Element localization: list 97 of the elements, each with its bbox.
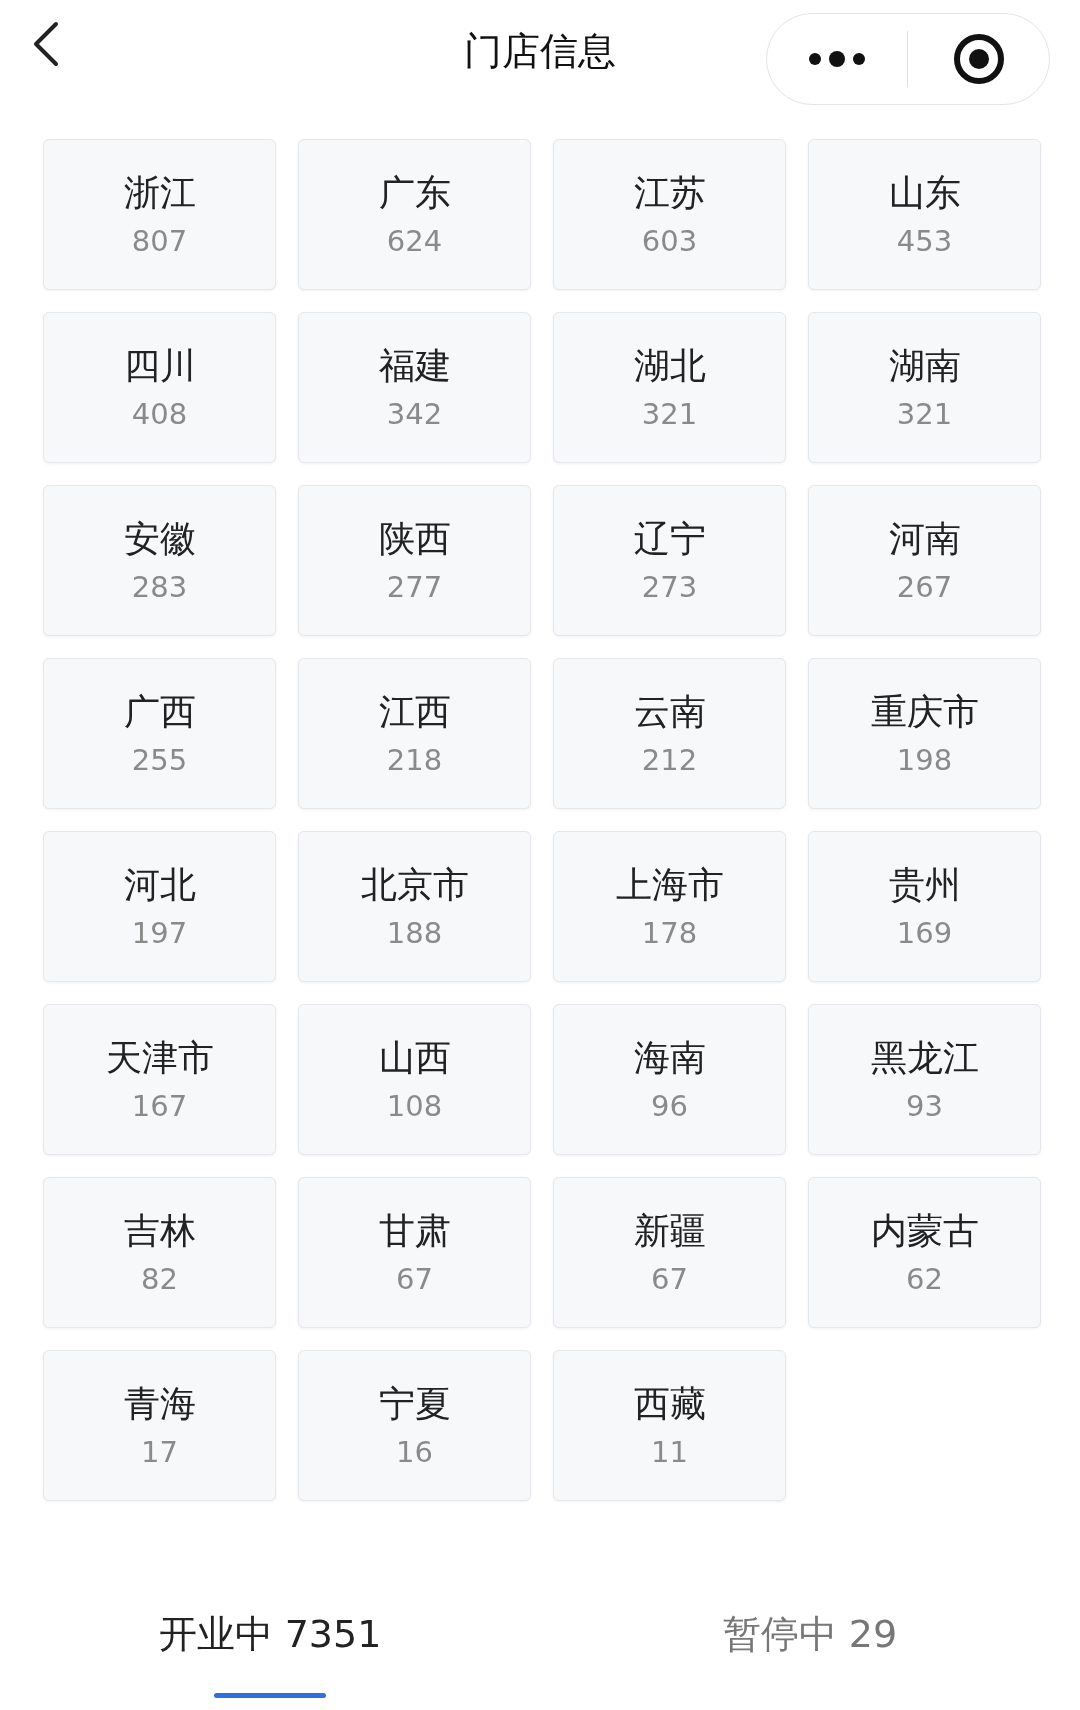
region-card[interactable]: 海南 96 — [553, 1004, 786, 1155]
region-card[interactable]: 河南 267 — [808, 485, 1041, 636]
store-count: 93 — [906, 1087, 943, 1124]
store-count: 96 — [651, 1087, 688, 1124]
store-count: 169 — [896, 914, 953, 951]
region-card[interactable]: 新疆 67 — [553, 1177, 786, 1328]
region-name: 江西 — [378, 689, 451, 734]
store-count: 277 — [386, 568, 443, 605]
region-card[interactable]: 山西 108 — [298, 1004, 531, 1155]
region-name: 天津市 — [105, 1035, 214, 1080]
store-count: 283 — [131, 568, 188, 605]
region-card[interactable]: 甘肃 67 — [298, 1177, 531, 1328]
region-card[interactable]: 浙江 807 — [43, 139, 276, 290]
region-name: 福建 — [378, 343, 451, 388]
region-card[interactable]: 广东 624 — [298, 139, 531, 290]
region-card[interactable]: 重庆市 198 — [808, 658, 1041, 809]
region-card[interactable]: 内蒙古 62 — [808, 1177, 1041, 1328]
status-tab[interactable]: 暂停中 29 — [722, 1585, 898, 1659]
store-count: 167 — [131, 1087, 188, 1124]
store-count: 342 — [386, 395, 443, 432]
more-icon[interactable] — [807, 51, 867, 67]
store-count: 273 — [641, 568, 698, 605]
region-name: 北京市 — [360, 862, 469, 907]
store-count: 218 — [386, 741, 443, 778]
region-name: 河北 — [123, 862, 196, 907]
store-count: 82 — [141, 1260, 178, 1297]
region-card[interactable]: 江苏 603 — [553, 139, 786, 290]
region-name: 甘肃 — [378, 1208, 451, 1253]
region-card[interactable]: 上海市 178 — [553, 831, 786, 982]
region-name: 浙江 — [123, 170, 196, 215]
store-count: 17 — [141, 1433, 178, 1470]
region-card[interactable]: 安徽 283 — [43, 485, 276, 636]
region-card[interactable]: 贵州 169 — [808, 831, 1041, 982]
store-count: 453 — [896, 222, 953, 259]
store-count: 62 — [906, 1260, 943, 1297]
region-card[interactable]: 广西 255 — [43, 658, 276, 809]
region-name: 内蒙古 — [870, 1208, 979, 1253]
store-count: 108 — [386, 1087, 443, 1124]
page-title: 门店信息 — [464, 27, 616, 75]
store-count: 255 — [131, 741, 188, 778]
store-count: 807 — [131, 222, 188, 259]
store-count: 198 — [896, 741, 953, 778]
region-name: 青海 — [123, 1381, 196, 1426]
region-card[interactable]: 青海 17 — [43, 1350, 276, 1501]
store-count: 11 — [651, 1433, 688, 1470]
store-count: 197 — [131, 914, 188, 951]
region-card[interactable]: 湖南 321 — [808, 312, 1041, 463]
region-name: 安徽 — [123, 516, 196, 561]
region-card[interactable]: 黑龙江 93 — [808, 1004, 1041, 1155]
store-count: 178 — [641, 914, 698, 951]
store-count: 603 — [641, 222, 698, 259]
region-card[interactable]: 山东 453 — [808, 139, 1041, 290]
store-count: 267 — [896, 568, 953, 605]
region-card[interactable]: 北京市 188 — [298, 831, 531, 982]
region-name: 四川 — [123, 343, 196, 388]
region-card[interactable]: 江西 218 — [298, 658, 531, 809]
region-name: 广西 — [123, 689, 196, 734]
region-name: 湖南 — [888, 343, 961, 388]
store-count: 624 — [386, 222, 443, 259]
store-count: 321 — [641, 395, 698, 432]
region-name: 山东 — [888, 170, 961, 215]
region-card[interactable]: 陕西 277 — [298, 485, 531, 636]
region-card[interactable]: 天津市 167 — [43, 1004, 276, 1155]
region-name: 吉林 — [123, 1208, 196, 1253]
region-name: 河南 — [888, 516, 961, 561]
region-card[interactable]: 河北 197 — [43, 831, 276, 982]
region-name: 辽宁 — [633, 516, 706, 561]
region-name: 江苏 — [633, 170, 706, 215]
status-tab[interactable]: 开业中 7351 — [158, 1585, 382, 1659]
region-name: 新疆 — [633, 1208, 706, 1253]
region-card[interactable]: 吉林 82 — [43, 1177, 276, 1328]
store-count: 321 — [896, 395, 953, 432]
region-card[interactable]: 四川 408 — [43, 312, 276, 463]
region-name: 黑龙江 — [870, 1035, 979, 1080]
region-name: 上海市 — [615, 862, 724, 907]
region-card[interactable]: 西藏 11 — [553, 1350, 786, 1501]
region-name: 湖北 — [633, 343, 706, 388]
region-card[interactable]: 宁夏 16 — [298, 1350, 531, 1501]
store-count: 67 — [651, 1260, 688, 1297]
store-count: 16 — [396, 1433, 433, 1470]
region-name: 宁夏 — [378, 1381, 451, 1426]
store-count: 212 — [641, 741, 698, 778]
store-count: 67 — [396, 1260, 433, 1297]
region-card[interactable]: 辽宁 273 — [553, 485, 786, 636]
region-name: 陕西 — [378, 516, 451, 561]
store-count: 188 — [386, 914, 443, 951]
region-card[interactable]: 湖北 321 — [553, 312, 786, 463]
region-card[interactable]: 云南 212 — [553, 658, 786, 809]
region-card[interactable]: 福建 342 — [298, 312, 531, 463]
region-name: 贵州 — [888, 862, 961, 907]
region-name: 重庆市 — [870, 689, 979, 734]
region-name: 海南 — [633, 1035, 706, 1080]
store-count: 408 — [131, 395, 188, 432]
region-name: 山西 — [378, 1035, 451, 1080]
region-name: 广东 — [378, 170, 451, 215]
region-name: 西藏 — [633, 1381, 706, 1426]
region-name: 云南 — [633, 689, 706, 734]
